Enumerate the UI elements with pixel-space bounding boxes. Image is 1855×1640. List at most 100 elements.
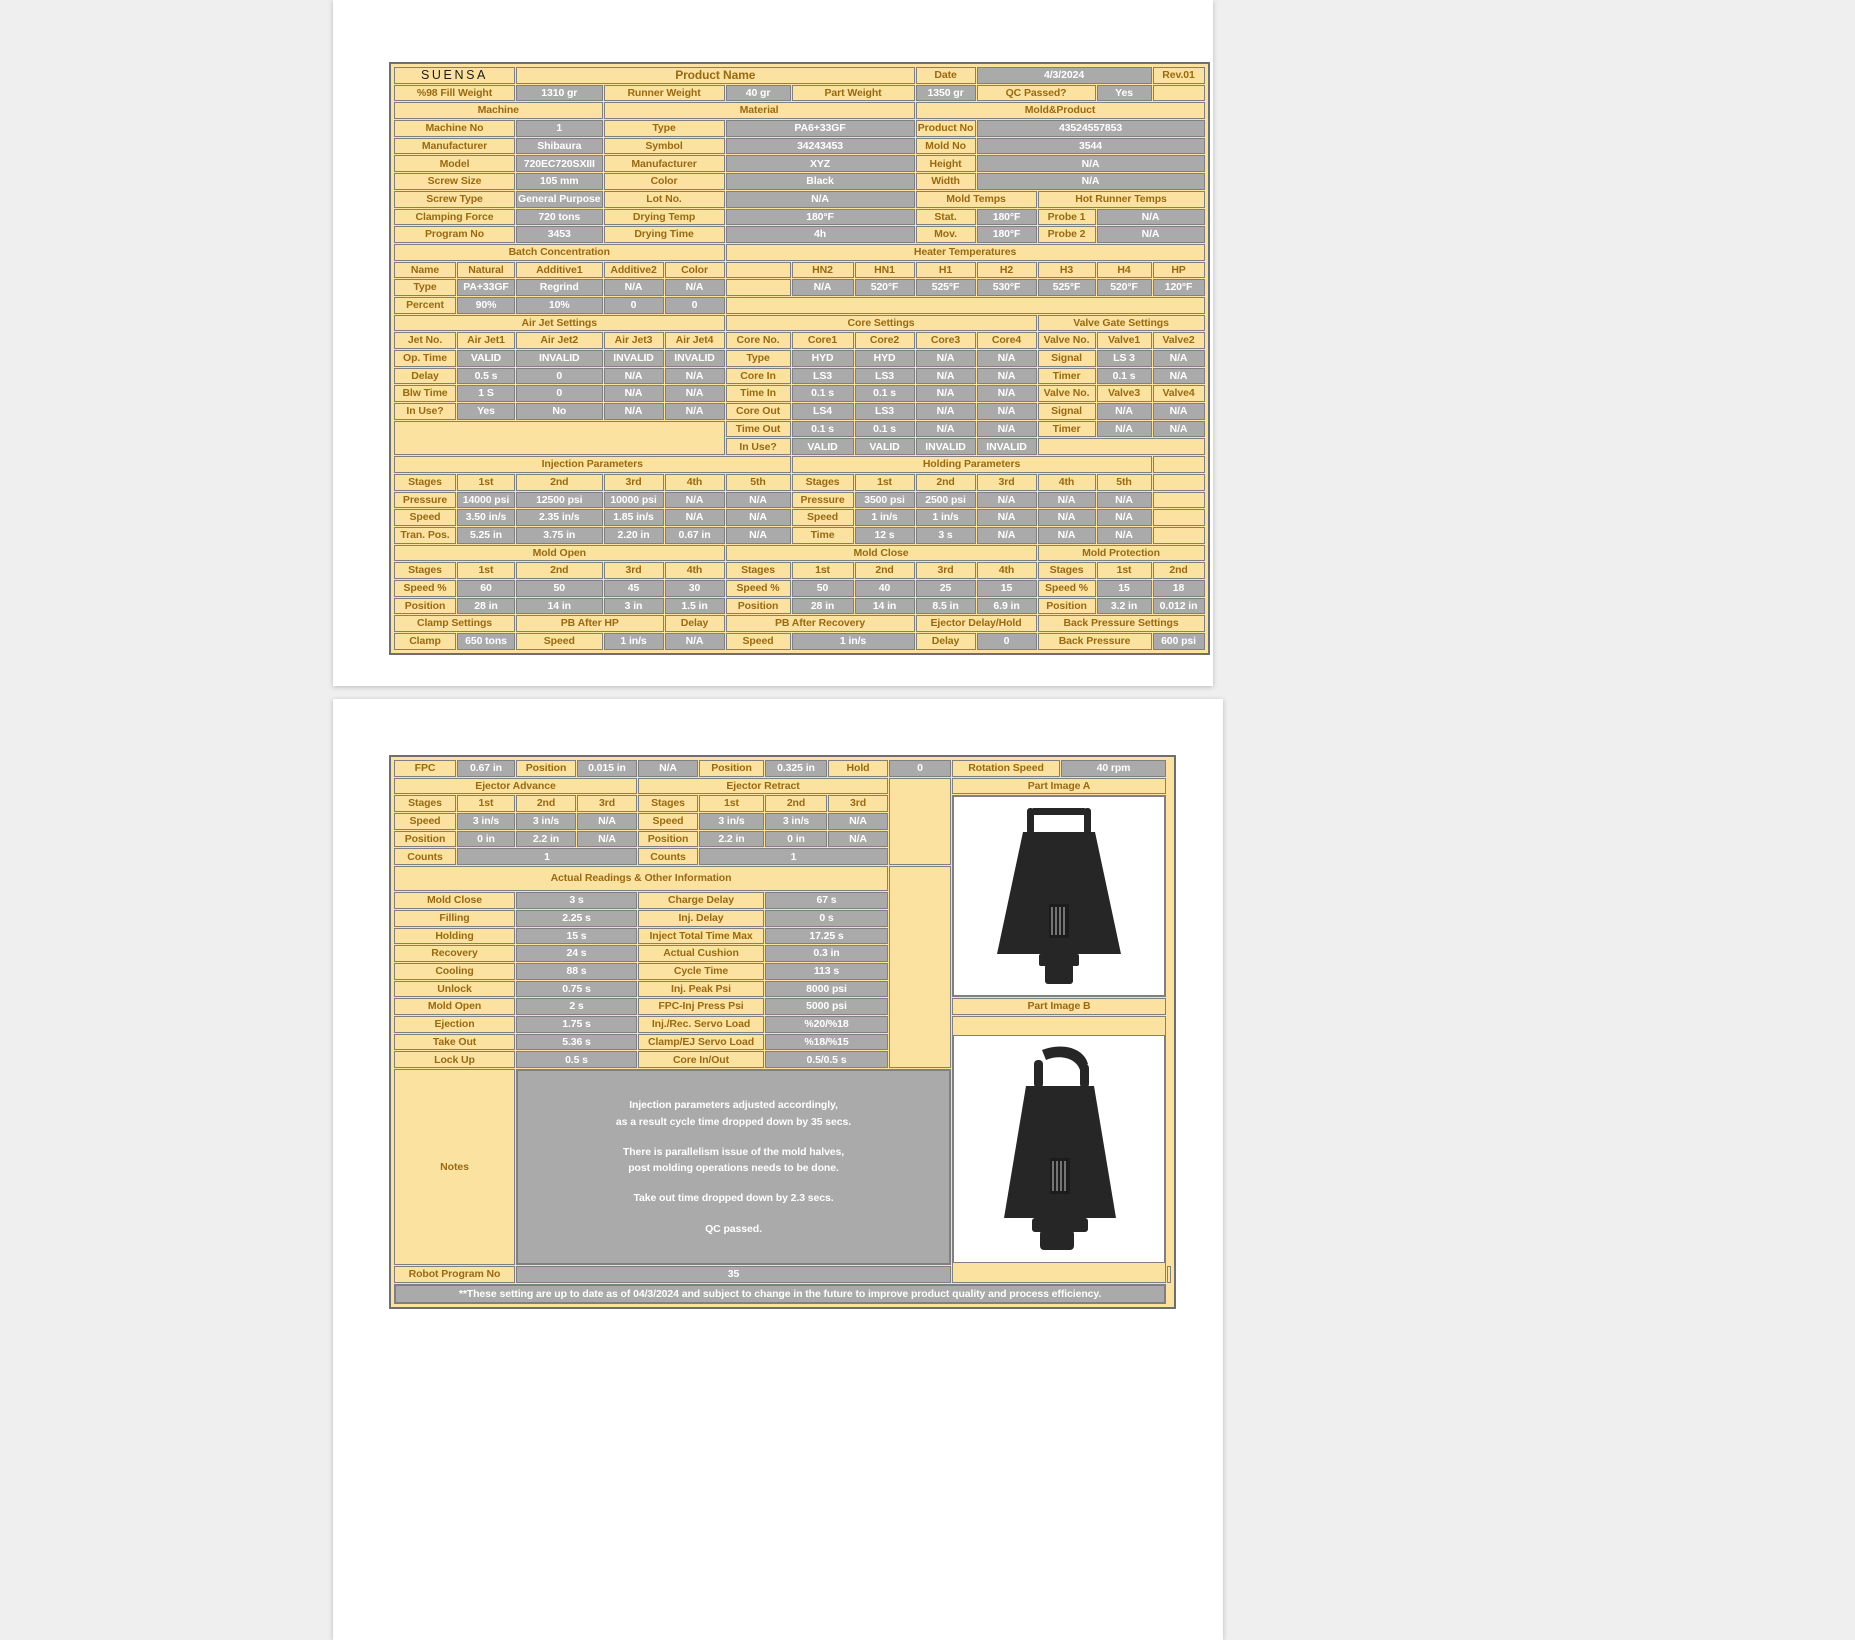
batch-percent-0: 90% (457, 296, 515, 314)
reading-value-r2: 17.25 s (765, 927, 888, 945)
section-core-settings: Core Settings (725, 314, 1037, 332)
reading-label-r8: Clamp/EJ Servo Load (638, 1033, 764, 1051)
machine-value-5: 720 tons (516, 208, 603, 226)
table-row: Blw Time 1 S 0 N/A N/A Time In 0.1 s 0.1… (394, 385, 1205, 403)
robot-program-value: 35 (516, 1266, 951, 1283)
reading-label-r1: Inj. Delay (638, 909, 764, 927)
moldclose-position-1: 14 in (854, 597, 915, 615)
table-row: Screw Type General Purpose Lot No. N/A M… (394, 190, 1205, 208)
moldopen-row-label-0: Stages (394, 562, 456, 579)
section-mold-protection: Mold Protection (1037, 544, 1205, 562)
injection-pressure-4: N/A (725, 491, 791, 509)
reading-label-r9: Core In/Out (638, 1051, 764, 1069)
table-row: Speed % 60 50 45 30 Speed % 50 40 25 15 … (394, 579, 1205, 597)
machine-value-3: 105 mm (516, 173, 603, 190)
moldclose-stage-3: 4th (976, 562, 1037, 579)
table-row: Clamp 650 tons Speed 1 in/s N/A Speed 1 … (394, 633, 1205, 650)
moldopen-position-2: 3 in (603, 597, 664, 615)
table-row: Percent 90% 10% 0 0 (394, 296, 1205, 314)
moldopen-row-label-1: Speed % (394, 579, 456, 597)
core-inuse-0: VALID (791, 438, 854, 456)
airjet-blw-2: N/A (603, 385, 664, 403)
moldopen-speed-0: 60 (457, 579, 515, 597)
ejadv-speed-0: 3 in/s (457, 813, 515, 830)
position-value-2: 0.325 in (765, 760, 827, 777)
injection-speed-0: 3.50 in/s (457, 509, 515, 526)
fpc-value: 0.67 in (457, 760, 515, 777)
moldclose-speed-0: 50 (791, 579, 854, 597)
ejret-stage-2: 3rd (828, 795, 888, 813)
pb-rec-speed-label: Speed (725, 633, 791, 650)
table-row: SUENSA Product Name Date 4/3/2024 Rev.01 (394, 67, 1205, 84)
hot-runner-label-1: Probe 2 (1037, 226, 1096, 243)
machine-label-4: Screw Type (394, 190, 515, 208)
ejadv-row-label-1: Speed (394, 813, 456, 830)
batch-percent-2: 0 (603, 296, 664, 314)
holding-speed-1: 1 in/s (915, 509, 976, 526)
ejret-speed-0: 3 in/s (699, 813, 764, 830)
bottom-parameter-table: FPC 0.67 in Position 0.015 in N/A Positi… (393, 759, 1172, 1305)
moldopen-stage-1: 2nd (516, 562, 603, 579)
heater-zone-6: HP (1152, 261, 1205, 279)
reading-value-r3: 0.3 in (765, 945, 888, 962)
moldprot-row-label-2: Position (1037, 597, 1096, 615)
ejadv-counts: 1 (457, 848, 637, 866)
injection-tranpos-0: 5.25 in (457, 526, 515, 544)
holding-stage-4: 5th (1096, 473, 1152, 491)
heater-value-2: 525°F (915, 279, 976, 296)
runner-weight-value: 40 gr (725, 84, 791, 102)
machine-label-1: Manufacturer (394, 137, 515, 155)
reading-value-r1: 0 s (765, 909, 888, 927)
fill-weight-label: %98 Fill Weight (394, 84, 515, 102)
injection-pressure-0: 14000 psi (457, 491, 515, 509)
airjet-inuse-3: N/A (664, 403, 725, 420)
reading-label-l0: Mold Close (394, 892, 515, 909)
holding-pressure-0: 3500 psi (854, 491, 915, 509)
table-row: %98 Fill Weight 1310 gr Runner Weight 40… (394, 84, 1205, 102)
moldprot-row-label-1: Speed % (1037, 579, 1096, 597)
core-type-1: HYD (854, 350, 915, 367)
part-image-a-box (953, 796, 1165, 997)
notes-line: post molding operations needs to be done… (628, 1162, 839, 1175)
valve-signal-2: N/A (1096, 403, 1152, 420)
holding-time-3: N/A (1037, 526, 1096, 544)
core-row-label-4: Core Out (725, 403, 791, 420)
spacer-cell (725, 296, 1205, 314)
section-valve-gate-settings: Valve Gate Settings (1037, 314, 1205, 332)
process-sheet-bottom: FPC 0.67 in Position 0.015 in N/A Positi… (389, 755, 1176, 1310)
heater-zone-5: H4 (1096, 261, 1152, 279)
valve-signal-3: N/A (1152, 403, 1205, 420)
table-row: Stages 1st 2nd 3rd 4th 5th Stages 1st 2n… (394, 473, 1205, 491)
moldprot-position-0: 3.2 in (1096, 597, 1152, 615)
machine-label-6: Program No (394, 226, 515, 243)
valve-timer-3: N/A (1152, 420, 1205, 438)
table-row: FPC 0.67 in Position 0.015 in N/A Positi… (394, 760, 1171, 777)
main-parameter-table: SUENSA Product Name Date 4/3/2024 Rev.01… (393, 66, 1206, 651)
reading-value-l7: 1.75 s (516, 1016, 637, 1033)
reading-label-l8: Take Out (394, 1033, 515, 1051)
airjet-col-2: Air Jet3 (603, 332, 664, 349)
moldclose-row-label-2: Position (725, 597, 791, 615)
brand-logo: SUENSA (394, 67, 515, 84)
part-image-a-cell (952, 795, 1166, 998)
table-row: Program No 3453 Drying Time 4h Mov. 180°… (394, 226, 1205, 243)
machine-value-2: 720EC720SXIII (516, 155, 603, 173)
holding-pressure-2: N/A (976, 491, 1037, 509)
valve-signal-1: N/A (1152, 350, 1205, 367)
spacer-cell (1152, 84, 1205, 102)
airjet-row-label-3: Blw Time (394, 385, 456, 403)
moldopen-row-label-2: Position (394, 597, 456, 615)
material-label-3: Color (603, 173, 725, 190)
product-name-header: Product Name (516, 67, 915, 84)
heater-zone-3: H2 (976, 261, 1037, 279)
table-row: Tran. Pos. 5.25 in 3.75 in 2.20 in 0.67 … (394, 526, 1205, 544)
core-type-2: N/A (915, 350, 976, 367)
section-part-image-a: Part Image A (952, 777, 1166, 795)
airjet-row-label-2: Delay (394, 367, 456, 385)
reading-value-l0: 3 s (516, 892, 637, 909)
batch-col-1: Additive1 (516, 261, 603, 279)
ejret-position-2: N/A (828, 830, 888, 848)
footer-cell: **These setting are up to date as of 04/… (394, 1283, 1166, 1305)
header-back-pressure-settings: Back Pressure Settings (1037, 615, 1205, 632)
moldclose-stage-1: 2nd (854, 562, 915, 579)
